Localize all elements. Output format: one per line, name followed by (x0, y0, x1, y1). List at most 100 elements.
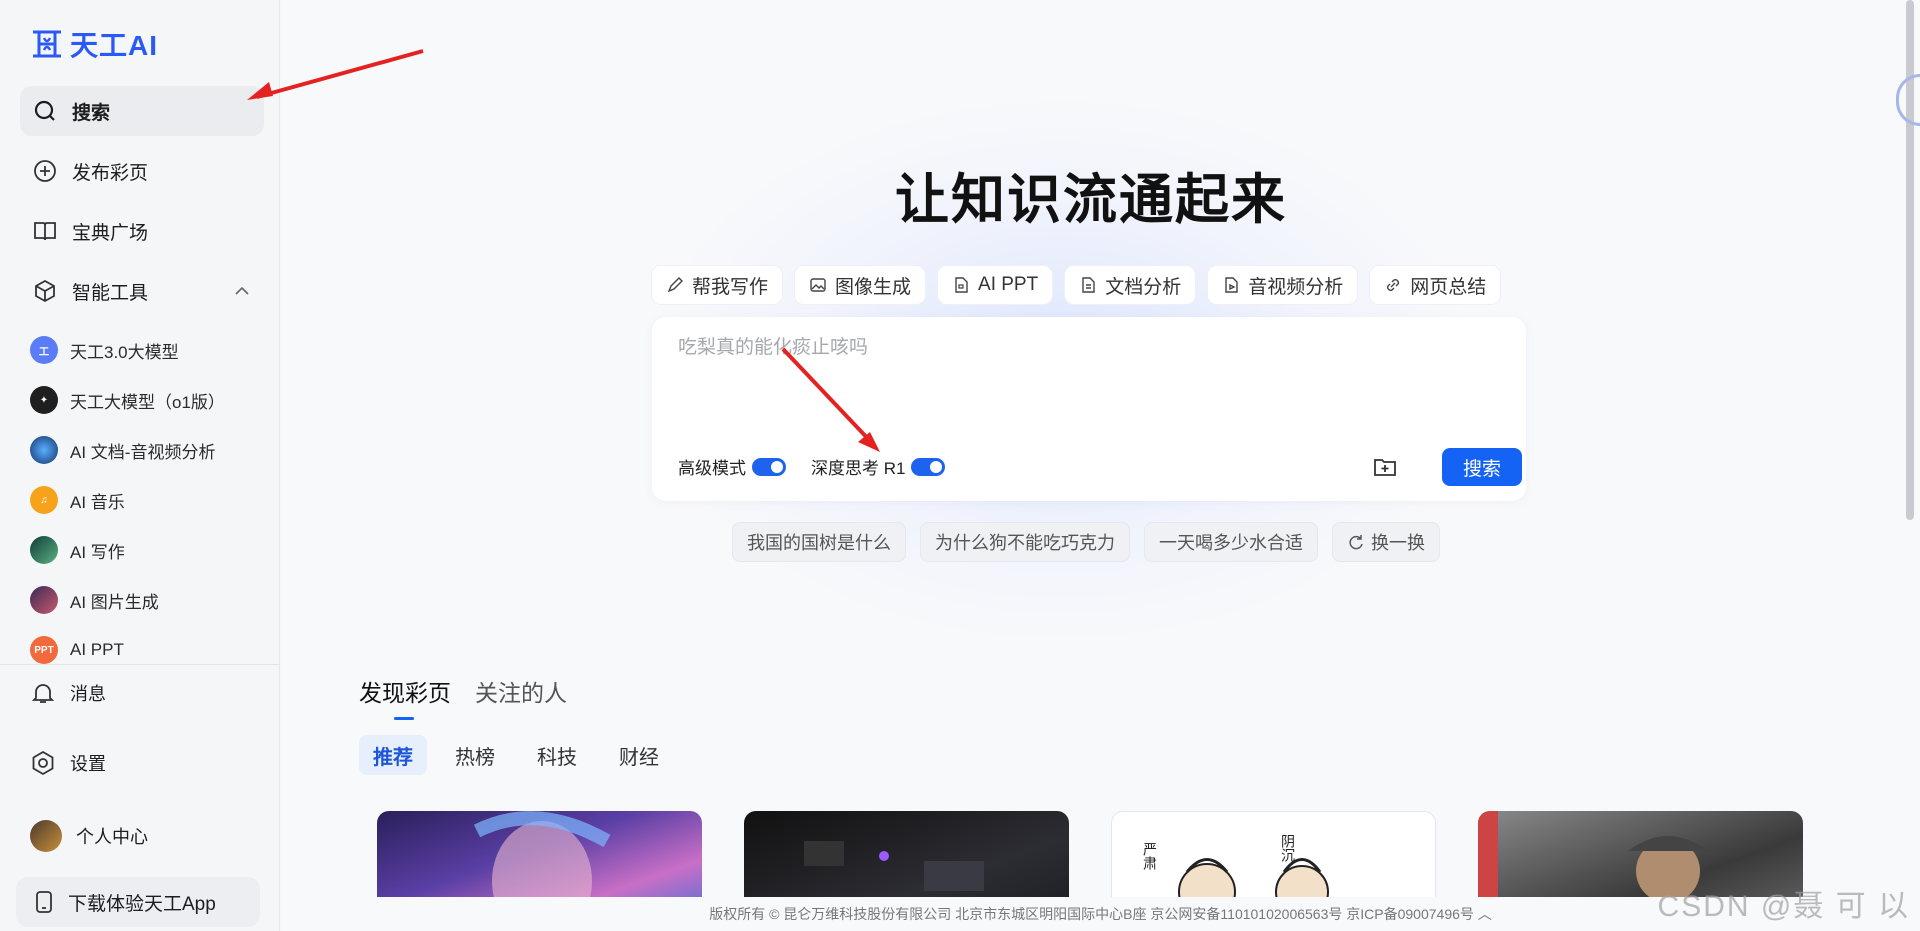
suggestion-chip[interactable]: 我国的国树是什么 (732, 522, 906, 562)
writing-avatar-icon (30, 536, 58, 564)
pen-icon (667, 277, 683, 293)
audio-video-icon (1225, 277, 1238, 293)
book-icon (34, 222, 56, 241)
main-content: 让知识流通起来 帮我写作 图像生成 AI PPT 文档分析 音视频分析 网页总结 (281, 0, 1920, 931)
refresh-icon (1349, 535, 1363, 550)
tool-label: AI 文档-音视频分析 (70, 442, 216, 462)
tool-item[interactable]: AI 写作 (30, 534, 125, 566)
tool-item[interactable]: PPT AI PPT (30, 634, 124, 666)
feed-tabs: 发现彩页 关注的人 (359, 674, 567, 720)
tool-tab-label: 网页总结 (1410, 276, 1487, 298)
deep-think-toggle[interactable]: 深度思考 R1 (811, 454, 946, 479)
o1-logo-icon: ✦ (30, 386, 58, 414)
tool-tab-image[interactable]: 图像生成 (794, 265, 927, 305)
tool-tabs: 帮我写作 图像生成 AI PPT 文档分析 音视频分析 网页总结 (651, 265, 1502, 305)
ppt-icon: PPT (30, 636, 58, 664)
tool-tab-label: 音视频分析 (1248, 276, 1344, 298)
tool-tab-label: 帮我写作 (692, 276, 769, 298)
tool-item[interactable]: AI 文档-音视频分析 (30, 434, 215, 466)
tool-tab-document[interactable]: 文档分析 (1064, 265, 1197, 305)
music-icon: ♫ (30, 486, 58, 514)
folder-upload-icon[interactable] (1372, 454, 1398, 480)
card-label: 严肃 (1142, 842, 1158, 870)
sidebar-divider (0, 664, 280, 665)
tool-tab-ppt[interactable]: AI PPT (937, 265, 1054, 305)
suggestions: 我国的国树是什么 为什么狗不能吃巧克力 一天喝多少水合适 换一换 (732, 522, 1440, 562)
suggestion-chip[interactable]: 为什么狗不能吃巧克力 (920, 522, 1130, 562)
search-card: 高级模式 深度思考 R1 搜索 (652, 317, 1526, 501)
category-tab[interactable]: 推荐 (359, 735, 427, 775)
chevron-up-icon[interactable] (232, 281, 252, 301)
sidebar: 天工AI 搜索 发布彩页 宝典广场 智能工具 工 天工3.0大模型 ✦ 天工大模… (0, 0, 280, 931)
nav-label: 发布彩页 (72, 162, 149, 184)
category-tab[interactable]: 财经 (605, 735, 673, 775)
category-tabs: 推荐 热榜 科技 财经 (359, 735, 673, 775)
tool-tab-web-summary[interactable]: 网页总结 (1369, 265, 1502, 305)
nav-tools[interactable]: 智能工具 (20, 266, 264, 316)
cube-icon (35, 279, 55, 303)
document-icon (1082, 277, 1095, 293)
tool-item[interactable]: ♫ AI 音乐 (30, 484, 125, 516)
tool-item[interactable]: 工 天工3.0大模型 (30, 334, 179, 366)
toggle-switch[interactable] (752, 457, 786, 476)
doc-analysis-avatar-icon (30, 436, 58, 464)
brand-logo[interactable]: 天工AI (30, 24, 158, 64)
nav-label: 设置 (70, 754, 106, 774)
tool-label: 天工3.0大模型 (70, 342, 179, 362)
nav-label: 搜索 (72, 102, 111, 124)
advanced-mode-label: 高级模式 (678, 459, 746, 478)
nav-label: 宝典广场 (72, 222, 149, 244)
tool-label: 天工大模型（o1版） (70, 392, 225, 412)
tab-discover[interactable]: 发现彩页 (359, 674, 451, 720)
tool-tab-audio-video[interactable]: 音视频分析 (1207, 265, 1359, 305)
search-input[interactable] (678, 337, 1478, 359)
refresh-button[interactable]: 换一换 (1332, 522, 1440, 562)
nav-label: 个人中心 (76, 827, 148, 847)
toggle-switch[interactable] (911, 457, 946, 476)
category-tab[interactable]: 科技 (523, 735, 591, 775)
avatar (30, 820, 62, 852)
suggestion-chip[interactable]: 一天喝多少水合适 (1144, 522, 1318, 562)
nav-messages[interactable]: 消息 (30, 680, 106, 706)
download-app-label: 下载体验天工App (68, 893, 216, 915)
link-icon (1387, 279, 1400, 291)
search-icon (34, 100, 55, 121)
settings-icon (32, 750, 54, 776)
tool-tab-writing[interactable]: 帮我写作 (651, 265, 784, 305)
nav-settings[interactable]: 设置 (30, 750, 106, 776)
chevron-up-icon[interactable]: ︿ (1478, 906, 1492, 922)
tool-label: AI 音乐 (70, 492, 125, 512)
tool-tab-label: AI PPT (978, 274, 1039, 295)
nav-label: 消息 (70, 684, 106, 704)
tool-item[interactable]: AI 图片生成 (30, 584, 159, 616)
plus-circle-icon (34, 160, 56, 182)
tool-label: AI 写作 (70, 542, 125, 562)
deep-think-label: 深度思考 R1 (811, 459, 906, 478)
tool-item[interactable]: ✦ 天工大模型（o1版） (30, 384, 225, 416)
nav-profile[interactable]: 个人中心 (30, 820, 148, 852)
bell-icon (31, 684, 55, 703)
floating-assistant-icon[interactable] (1896, 74, 1920, 126)
card-label: 阴沉 (1280, 834, 1296, 862)
category-tab[interactable]: 热榜 (441, 735, 509, 775)
watermark: CSDN @聂 可 以 (1657, 890, 1910, 923)
tool-tab-label: 文档分析 (1105, 276, 1182, 298)
brand-name: 天工AI (70, 30, 159, 61)
hero-title: 让知识流通起来 (895, 170, 1287, 230)
search-button[interactable]: 搜索 (1442, 448, 1522, 486)
tool-tab-label: 图像生成 (835, 276, 912, 298)
phone-icon (36, 891, 52, 913)
tool-label: AI 图片生成 (70, 592, 159, 612)
image-gen-avatar-icon (30, 586, 58, 614)
tab-following[interactable]: 关注的人 (475, 674, 567, 708)
ppt-doc-icon (955, 277, 968, 293)
download-app-button[interactable]: 下载体验天工App (16, 877, 260, 927)
nav-publish[interactable]: 发布彩页 (20, 146, 264, 196)
footer-text: 版权所有 © 昆仑万维科技股份有限公司 北京市东城区明阳国际中心B座 京公网安备… (709, 906, 1474, 922)
tiangong-logo-icon (33, 30, 61, 58)
refresh-label: 换一换 (1371, 533, 1425, 553)
advanced-mode-toggle[interactable]: 高级模式 (678, 454, 786, 479)
nav-plaza[interactable]: 宝典广场 (20, 206, 264, 256)
tool-label: AI PPT (70, 640, 124, 659)
nav-search[interactable]: 搜索 (20, 86, 264, 136)
